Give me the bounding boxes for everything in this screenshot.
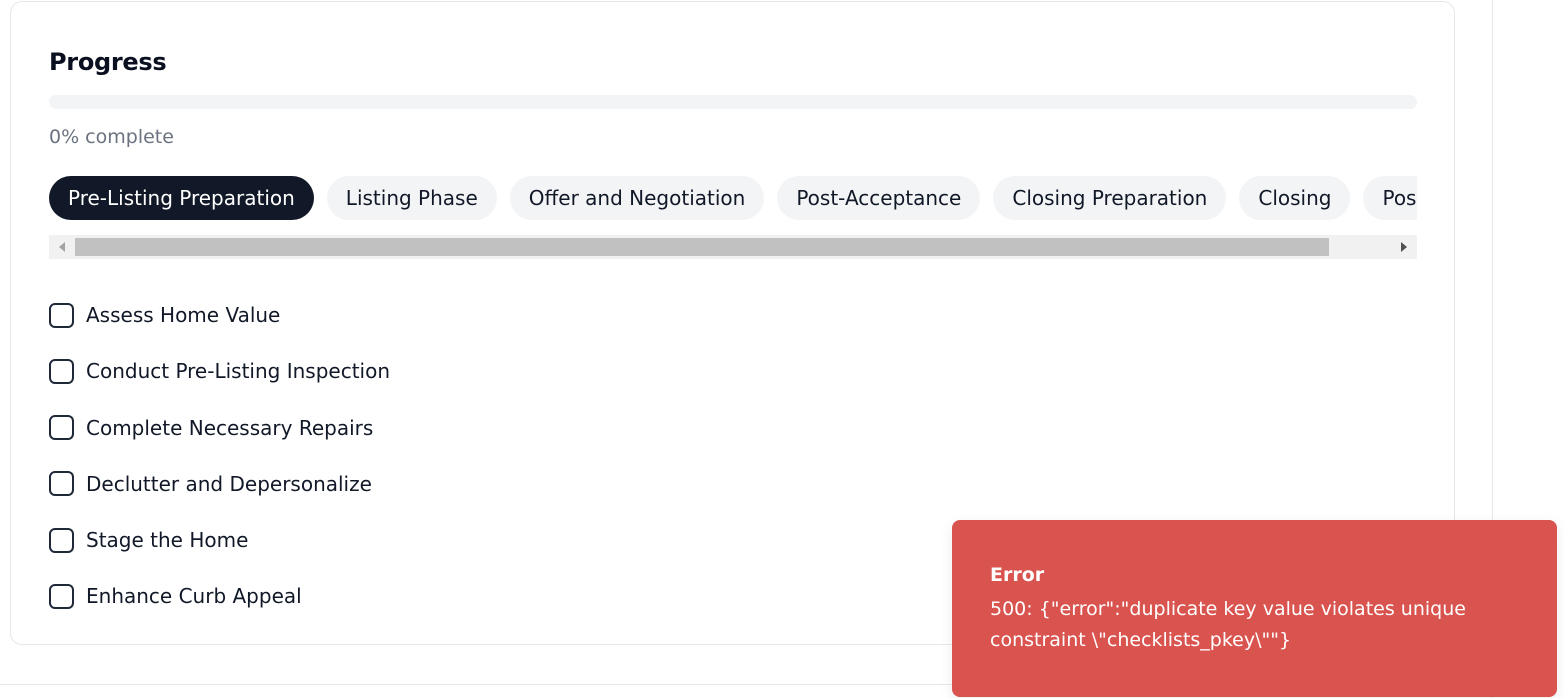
tab-pre-listing-preparation[interactable]: Pre-Listing Preparation [49,176,314,220]
toast-title: Error [990,564,1045,586]
error-toast[interactable]: Error 500: {"error":"duplicate key value… [952,520,1557,697]
checklist-item-assess-home-value[interactable]: Assess Home Value [49,298,390,332]
tabs-horizontal-scrollbar[interactable] [49,235,1417,259]
checklist: Assess Home Value Conduct Pre-Listing In… [49,298,390,636]
phase-tabs: Pre-Listing Preparation Listing Phase Of… [49,176,1417,224]
checkbox[interactable] [49,471,74,497]
scroll-left-arrow-icon[interactable] [49,235,75,259]
checkbox[interactable] [49,415,74,441]
checkbox[interactable] [49,302,74,328]
tab-listing-phase[interactable]: Listing Phase [326,176,497,220]
tab-offer-and-negotiation[interactable]: Offer and Negotiation [509,176,765,220]
checkbox[interactable] [49,527,74,553]
checklist-item-label: Stage the Home [86,528,249,553]
tab-closing-preparation[interactable]: Closing Preparation [993,176,1227,220]
tab-post-closing[interactable]: Post-Closing [1363,176,1417,220]
checklist-item-curb-appeal[interactable]: Enhance Curb Appeal [49,579,390,613]
checklist-item-label: Assess Home Value [86,303,281,327]
checklist-item-label: Declutter and Depersonalize [86,471,372,496]
progress-bar [49,95,1417,109]
checklist-item-pre-listing-inspection[interactable]: Conduct Pre-Listing Inspection [49,354,390,388]
checklist-item-stage-home[interactable]: Stage the Home [49,523,390,557]
checklist-item-label: Conduct Pre-Listing Inspection [86,359,391,384]
scroll-right-arrow-icon[interactable] [1391,235,1417,259]
toast-message: 500: {"error":"duplicate key value viola… [990,598,1466,651]
checklist-item-label: Enhance Curb Appeal [86,584,302,609]
progress-percent-text: 0% complete [49,126,174,148]
scrollbar-thumb[interactable] [75,238,1329,256]
tab-closing[interactable]: Closing [1239,176,1351,220]
checklist-item-label: Complete Necessary Repairs [86,415,374,440]
tab-post-acceptance[interactable]: Post-Acceptance [777,176,981,220]
checklist-item-declutter[interactable]: Declutter and Depersonalize [49,467,390,501]
checklist-item-necessary-repairs[interactable]: Complete Necessary Repairs [49,411,390,445]
progress-title: Progress [49,48,167,76]
checkbox[interactable] [49,583,74,609]
checkbox[interactable] [49,358,74,384]
